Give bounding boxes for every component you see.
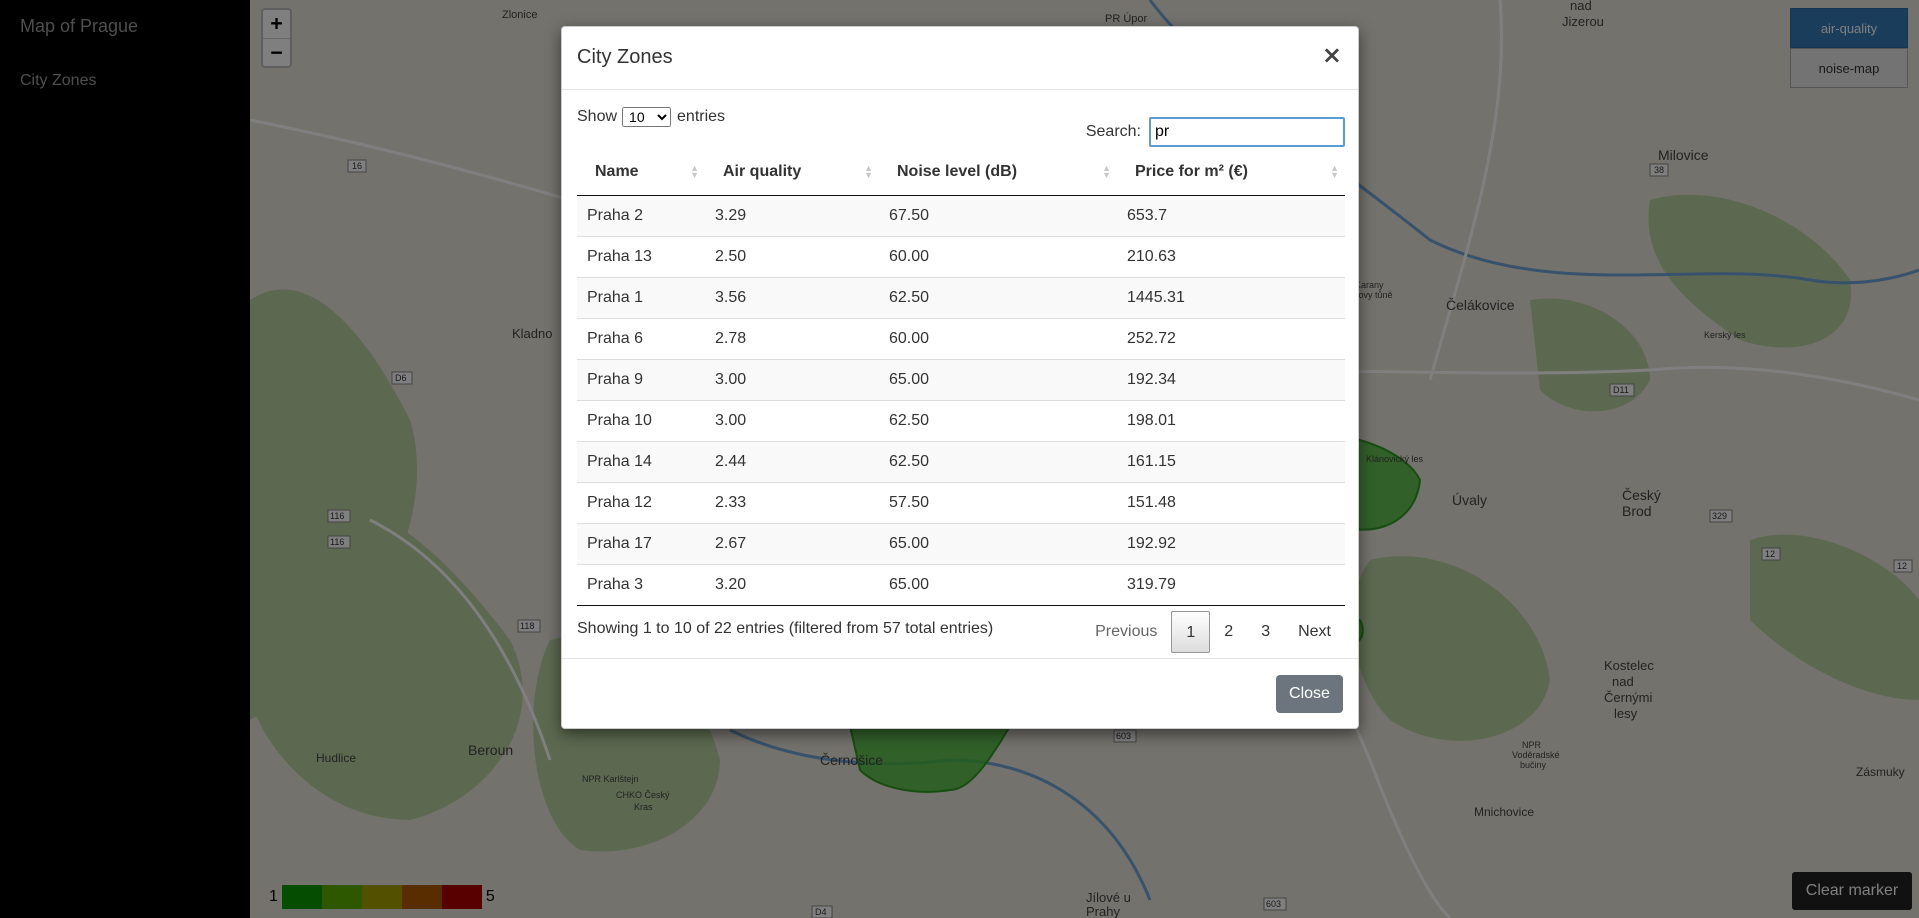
table-cell: 62.50 — [879, 276, 1117, 318]
table-row: Praha 9 3.00 65.00 192.34 — [577, 358, 1345, 400]
table-cell: 2.33 — [705, 481, 879, 523]
table-cell: 252.72 — [1117, 317, 1345, 359]
show-label: Show — [577, 108, 618, 125]
table-row: Praha 17 2.67 65.00 192.92 — [577, 522, 1345, 564]
table-cell: 161.15 — [1117, 440, 1345, 482]
table-row: Praha 12 2.33 57.50 151.48 — [577, 481, 1345, 523]
table-row: Praha 10 3.00 62.50 198.01 — [577, 399, 1345, 441]
column-header-label: Air quality — [723, 163, 802, 181]
table-row: Praha 1 3.56 62.50 1445.31 — [577, 276, 1345, 318]
pagination: Previous 1 2 3 Next — [1081, 610, 1345, 653]
table-cell: 65.00 — [879, 358, 1117, 400]
table-cell: 67.50 — [889, 206, 930, 224]
table-cell: Praha 1 — [577, 276, 705, 318]
table-cell: 62.50 — [879, 440, 1117, 482]
table-cell: Praha 2 — [587, 206, 644, 224]
table-cell: 3.00 — [705, 399, 879, 441]
table-cell: 210.63 — [1117, 235, 1345, 277]
table-cell: 2.78 — [705, 317, 879, 359]
table-cell: 2.50 — [705, 235, 879, 277]
sort-icon: ▲ ▼ — [1102, 163, 1111, 180]
modal-body: Show 10 entries Search: Name ▲▼ Air quali… — [577, 90, 1345, 668]
table-cell: 57.50 — [879, 481, 1117, 523]
table-cell: 192.34 — [1117, 358, 1345, 400]
show-entries-control: Show 10 entries — [577, 107, 725, 127]
modal-title: City Zones — [577, 46, 673, 68]
table-cell: Praha 10 — [577, 399, 705, 441]
column-header-price[interactable]: Price for m² (€) ▲ ▼ — [1117, 150, 1345, 196]
table-row: Praha 2 3.29 67.50 653.7 — [577, 195, 1345, 236]
sort-icon: ▲ ▼ — [690, 163, 699, 180]
table-cell: 151.48 — [1117, 481, 1345, 523]
table-cell: Praha 12 — [577, 481, 705, 523]
table-cell: 1445.31 — [1117, 276, 1345, 318]
table-row: Praha 13 2.50 60.00 210.63 — [577, 235, 1345, 277]
modal-header: City Zones × — [562, 27, 1358, 90]
column-header-label: Noise level (dB) — [897, 163, 1018, 181]
column-header-name[interactable]: Name ▲ ▼ — [577, 150, 705, 196]
table-cell: 198.01 — [1117, 399, 1345, 441]
table-cell: Praha 14 — [577, 440, 705, 482]
table-cell: Praha 3 — [577, 563, 705, 606]
search-input[interactable] — [1149, 117, 1345, 147]
table-cell: 3.00 — [705, 358, 879, 400]
table-cell: 319.79 — [1117, 563, 1345, 606]
table-row: Praha 3 3.20 65.00 319.79 — [577, 563, 1345, 606]
table-cell: 65.00 — [879, 563, 1117, 606]
previous-page-button[interactable]: Previous — [1081, 611, 1171, 653]
sort-icon: ▲ ▼ — [1330, 163, 1339, 180]
table-cell: 3.20 — [705, 563, 879, 606]
next-page-button[interactable]: Next — [1284, 611, 1345, 653]
search-label: Search: — [1085, 123, 1141, 140]
table-cell: 3.29 — [715, 206, 747, 224]
entries-label: entries — [677, 108, 726, 125]
column-header-noise-level[interactable]: Noise level (dB) ▲ ▼ — [879, 150, 1117, 196]
page-button-1[interactable]: 1 — [1171, 610, 1211, 653]
entries-per-page-select[interactable]: 10 — [622, 107, 672, 127]
modal-footer: Close — [562, 658, 1358, 730]
close-button[interactable]: Close — [1276, 675, 1343, 713]
table-cell: Praha 9 — [577, 358, 705, 400]
page-button-3[interactable]: 3 — [1247, 611, 1284, 653]
table-cell: Praha 6 — [577, 317, 705, 359]
table-cell: 2.44 — [705, 440, 879, 482]
table-info: Showing 1 to 10 of 22 entries (filtered … — [577, 619, 994, 637]
zones-table: Name ▲ ▼ Air quality ▲ ▼ Noise level (dB) ▲ ▼ … — [577, 150, 1345, 606]
table-cell: 2.67 — [705, 522, 879, 564]
sort-icon: ▲ ▼ — [864, 163, 873, 180]
search-control: Search: — [1086, 117, 1345, 147]
table-cell: 62.50 — [879, 399, 1117, 441]
city-zones-modal: City Zones × Show 10 entries Search: Nam… — [561, 26, 1359, 729]
table-cell: 60.00 — [879, 317, 1117, 359]
table-cell: 65.00 — [879, 522, 1117, 564]
column-header-label: Name — [595, 163, 639, 181]
table-row: Praha 6 2.78 60.00 252.72 — [577, 317, 1345, 359]
table-cell: 3.56 — [705, 276, 879, 318]
column-header-label: Price for m² (€) — [1135, 163, 1248, 181]
column-header-air-quality[interactable]: Air quality ▲ ▼ — [705, 150, 879, 196]
page-button-2[interactable]: 2 — [1210, 611, 1247, 653]
close-icon[interactable]: × — [1322, 41, 1342, 69]
table-cell: 653.7 — [1127, 206, 1168, 224]
table-cell: 60.00 — [879, 235, 1117, 277]
table-row: Praha 14 2.44 62.50 161.15 — [577, 440, 1345, 482]
table-cell: Praha 13 — [577, 235, 705, 277]
table-cell: Praha 17 — [577, 522, 705, 564]
table-cell: 192.92 — [1117, 522, 1345, 564]
